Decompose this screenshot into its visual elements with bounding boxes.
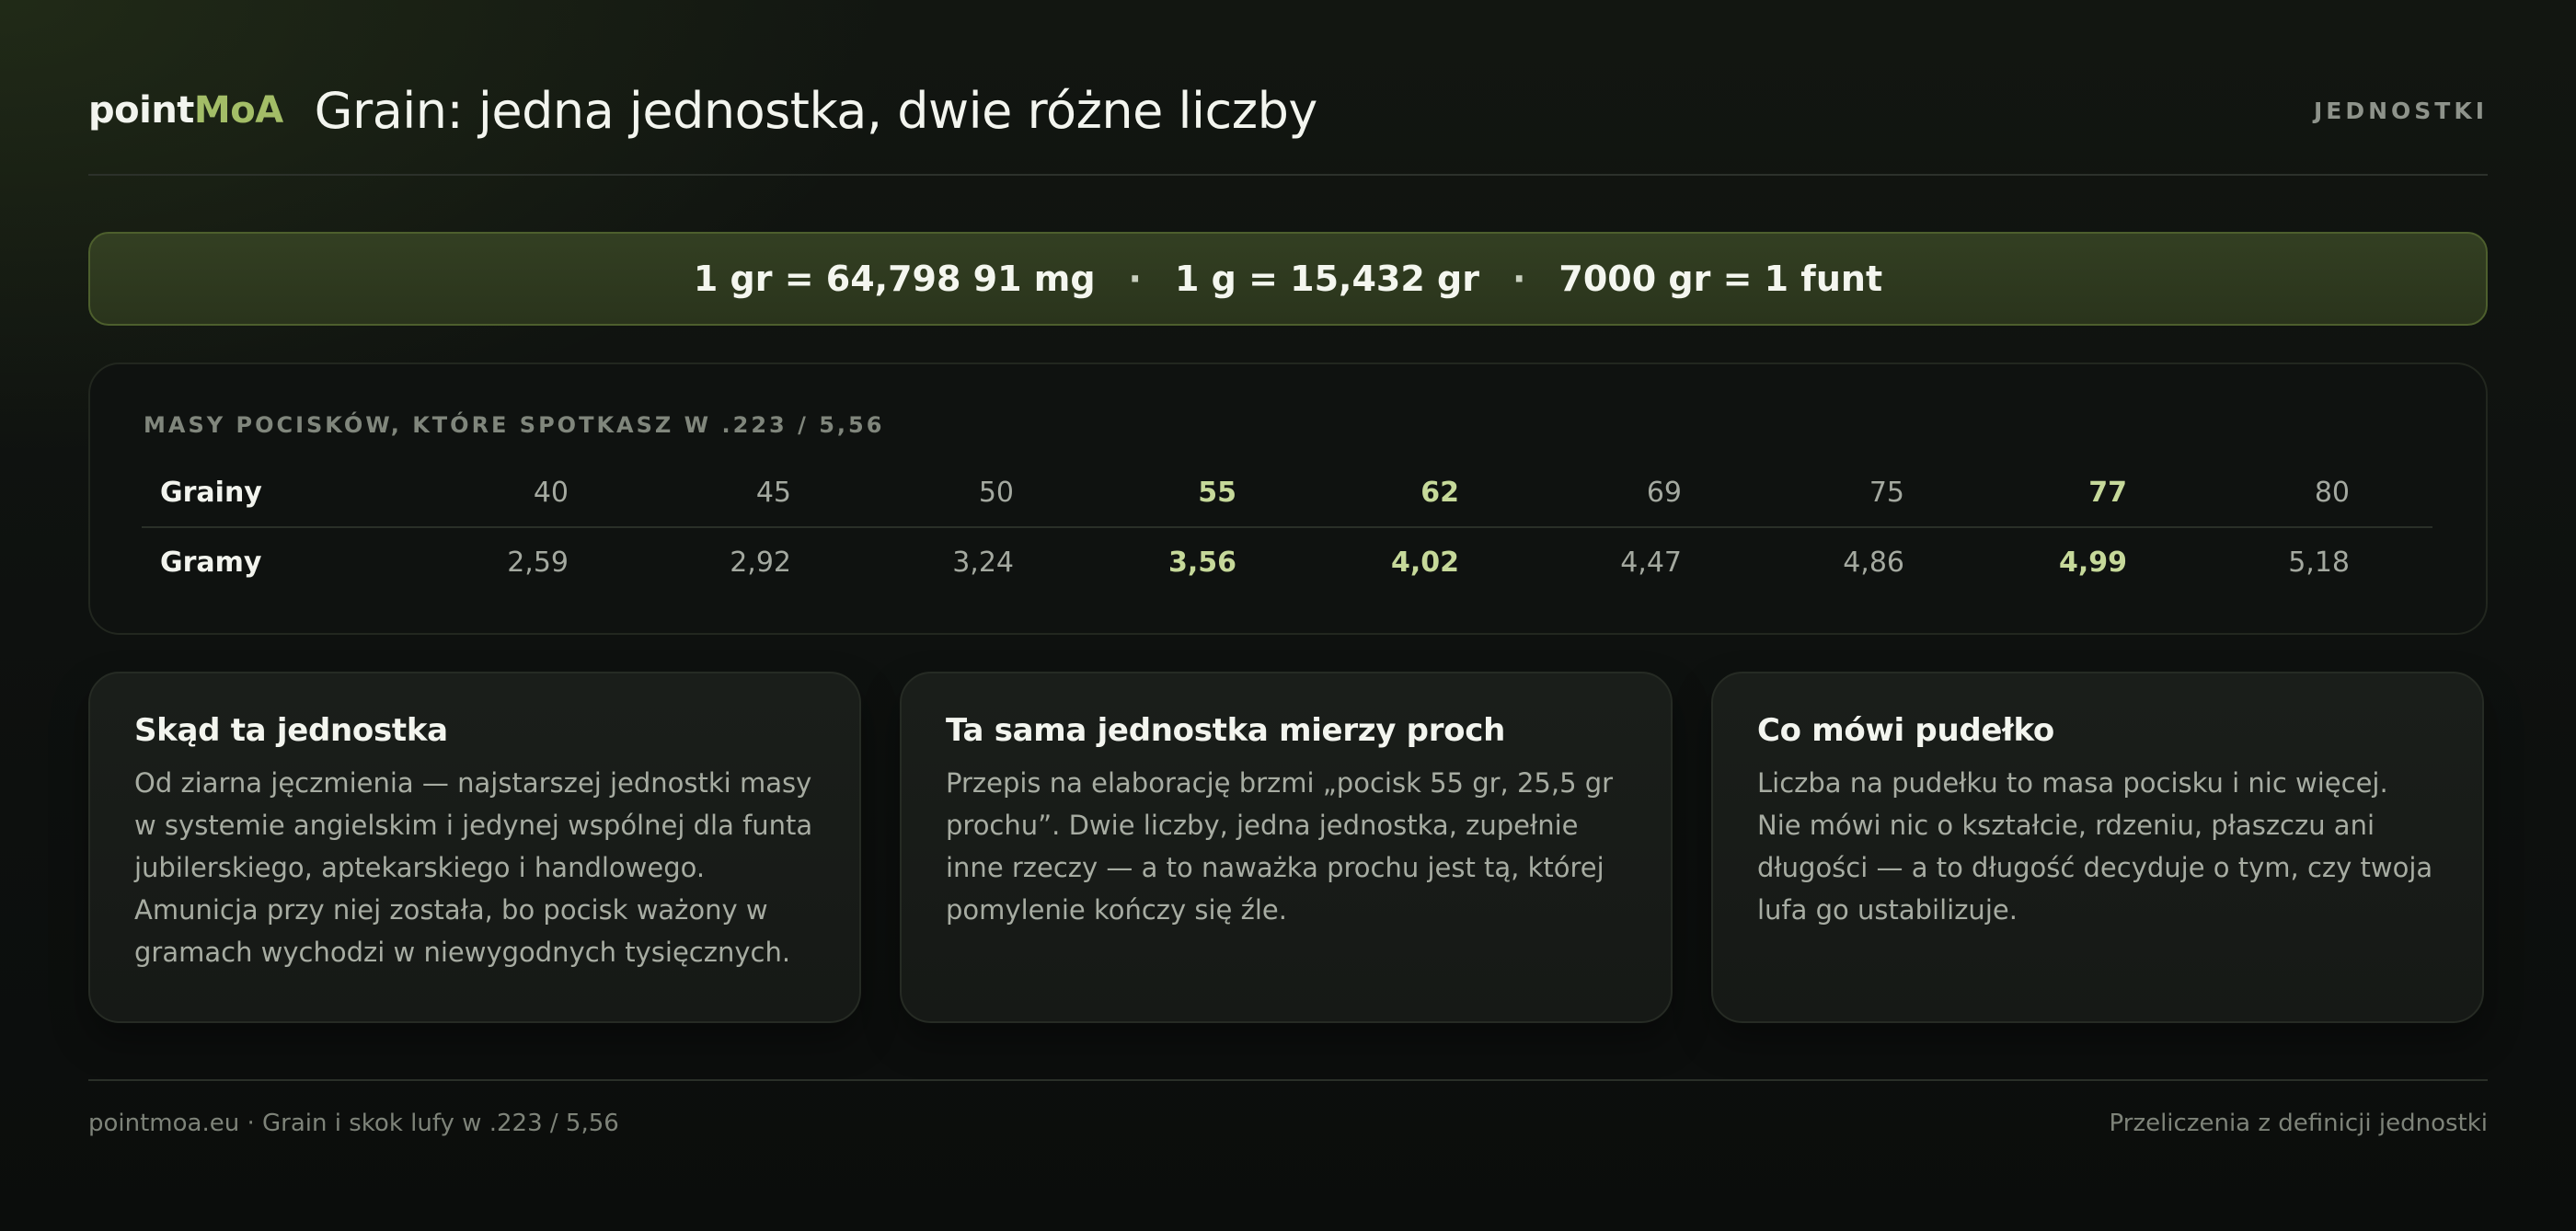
card-body: Od ziarna jęczmienia — najstarszej jedno…	[134, 767, 813, 968]
table-row-divider	[142, 526, 2432, 528]
card-origin: Skąd ta jednostka Od ziarna jęczmienia —…	[88, 672, 861, 1023]
table-cell: 2,59	[507, 546, 569, 579]
table-cell: 50	[978, 476, 1014, 509]
section-tag: JEDNOSTKI	[2313, 97, 2488, 124]
table-cell: 4,47	[1620, 546, 1682, 579]
table-cell: 3,56	[1167, 546, 1236, 579]
banner-separator: ·	[1512, 259, 1526, 299]
table-cell: 45	[755, 476, 791, 509]
card-title: Ta sama jednostka mierzy proch	[946, 712, 1505, 749]
table-cell: 4,02	[1390, 546, 1459, 579]
table-row-grains: Grainy 40 45 50 55 62 69 75 77 80	[142, 459, 2432, 525]
table-cell: 40	[533, 476, 569, 509]
header: pointMoA Grain: jedna jednostka, dwie ró…	[88, 77, 2488, 144]
table-cell: 69	[1646, 476, 1682, 509]
conversion-gram-to-grain: 1 g = 15,432 gr	[1174, 259, 1479, 299]
conversion-grain-to-mg: 1 gr = 64,798 91 mg	[693, 259, 1096, 299]
card-box: Co mówi pudełko Liczba na pudełku to mas…	[1711, 672, 2484, 1023]
banner-separator: ·	[1128, 259, 1142, 299]
page: pointMoA Grain: jedna jednostka, dwie ró…	[88, 0, 2488, 1231]
conversion-banner: 1 gr = 64,798 91 mg · 1 g = 15,432 gr · …	[88, 232, 2488, 326]
page-title: Grain: jedna jednostka, dwie różne liczb…	[314, 81, 1318, 140]
table-cell: 77	[2088, 476, 2127, 509]
conversion-grain-to-pound: 7000 gr = 1 funt	[1558, 259, 1883, 299]
table-cell: 62	[1420, 476, 1459, 509]
row-label: Gramy	[160, 546, 262, 579]
table-cell: 75	[1869, 476, 1904, 509]
card-body: Przepis na elaborację brzmi „pocisk 55 g…	[946, 767, 1614, 926]
table-cell: 2,92	[730, 546, 791, 579]
table-heading: MASY POCISKÓW, KTÓRE SPOTKASZ W .223 / 5…	[144, 412, 885, 438]
footer-divider	[88, 1079, 2488, 1081]
row-label: Grainy	[160, 476, 262, 509]
logo[interactable]: pointMoA	[88, 89, 283, 132]
card-title: Skąd ta jednostka	[134, 712, 448, 749]
header-divider	[88, 174, 2488, 176]
table-cell: 4,99	[2058, 546, 2127, 579]
card-title: Co mówi pudełko	[1757, 712, 2054, 749]
table-cell: 80	[2314, 476, 2350, 509]
table-row-grams: Gramy 2,59 2,92 3,24 3,56 4,02 4,47 4,86 4,99 5,1…	[142, 529, 2432, 595]
table-cell: 4,86	[1843, 546, 1904, 579]
table-cell: 55	[1198, 476, 1236, 509]
table-cell: 3,24	[952, 546, 1014, 579]
card-body: Liczba na pudełku to masa pocisku i nic …	[1757, 767, 2433, 926]
logo-text-moa: MoA	[193, 89, 283, 132]
table-cell: 5,18	[2288, 546, 2350, 579]
logo-text-point: point	[88, 89, 194, 132]
footer-note: Przeliczenia z definicji jednostki	[2109, 1110, 2488, 1137]
card-powder: Ta sama jednostka mierzy proch Przepis n…	[900, 672, 1673, 1023]
footer-site-link[interactable]: pointmoa.eu · Grain i skok lufy w .223 /…	[88, 1110, 619, 1137]
